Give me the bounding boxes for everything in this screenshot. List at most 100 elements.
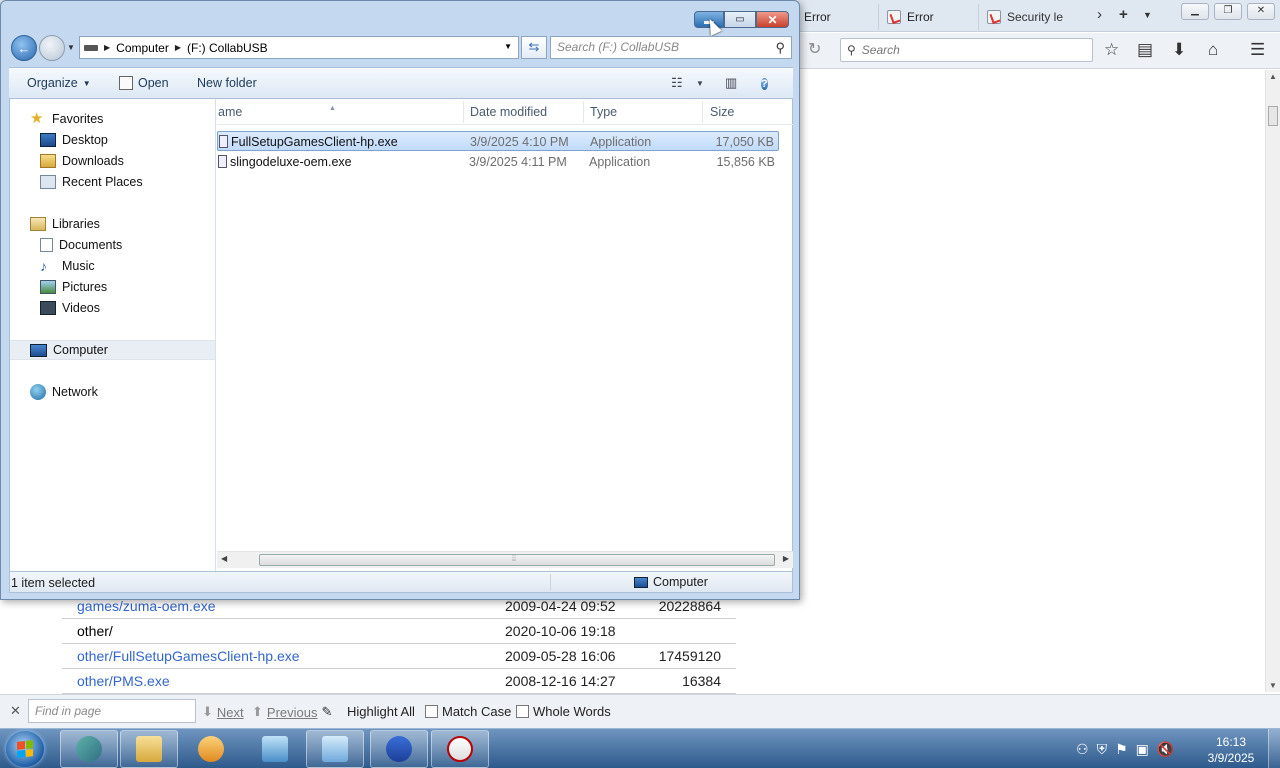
chevron-down-icon: ▼ xyxy=(82,78,91,88)
search-input[interactable]: Search (F:) CollabUSB ⚲ xyxy=(550,36,792,59)
nav-videos[interactable]: Videos xyxy=(40,298,100,318)
executable-icon xyxy=(219,135,228,148)
page-scrollbar[interactable]: ▲ ▼ xyxy=(1265,70,1280,692)
nav-pictures[interactable]: Pictures xyxy=(40,277,107,297)
nav-recent-places[interactable]: Recent Places xyxy=(40,172,143,192)
taskbar-explorer[interactable] xyxy=(120,730,178,768)
browser-tab-security[interactable]: Security le xyxy=(978,4,1098,30)
scroll-down-icon[interactable]: ▼ xyxy=(1269,681,1277,690)
nav-label: Documents xyxy=(59,238,123,252)
chevron-down-icon[interactable]: ▼ xyxy=(696,79,704,88)
menu-icon[interactable]: ☰ xyxy=(1250,40,1265,60)
nav-desktop[interactable]: Desktop xyxy=(40,130,108,150)
bookmark-star-icon[interactable]: ☆ xyxy=(1104,40,1119,60)
taskbar-media-player[interactable] xyxy=(182,730,240,768)
desktop-icon xyxy=(40,133,56,147)
recent-pages-dropdown-icon[interactable]: ▼ xyxy=(67,43,75,52)
find-input[interactable]: Find in page xyxy=(28,699,196,723)
address-box[interactable]: ▶ Computer ▶ (F:) CollabUSB ▼ xyxy=(79,36,519,59)
refresh-button[interactable]: ⇆ xyxy=(521,36,547,59)
taskbar-app-6[interactable] xyxy=(370,730,428,768)
nav-libraries[interactable]: Libraries xyxy=(30,214,100,234)
taskbar-app-5[interactable] xyxy=(306,730,364,768)
chevron-right-icon[interactable]: ▶ xyxy=(175,43,181,52)
close-icon[interactable]: ✕ xyxy=(10,703,21,719)
explorer-window: ▭ ✕ ← → ▼ ▶ Computer ▶ (F:) CollabUSB ▼ … xyxy=(0,0,800,600)
taskbar-app-1[interactable] xyxy=(60,730,118,768)
breadcrumb-drive[interactable]: (F:) CollabUSB xyxy=(187,41,268,55)
nav-downloads[interactable]: Downloads xyxy=(40,151,124,171)
browser-search-box[interactable]: ⚲ Search xyxy=(840,38,1093,62)
nav-documents[interactable]: Documents xyxy=(40,235,122,255)
breadcrumb-computer[interactable]: Computer xyxy=(116,41,169,55)
browser-close-button[interactable]: ✕ xyxy=(1247,3,1275,20)
volume-muted-icon[interactable]: 🔇 xyxy=(1157,741,1174,758)
organize-button[interactable]: Organize ▼ xyxy=(27,76,91,90)
chevron-right-icon[interactable]: ▶ xyxy=(104,43,110,52)
view-options-icon[interactable]: ☷ xyxy=(671,75,683,91)
scroll-thumb[interactable] xyxy=(259,554,775,566)
column-header-date[interactable]: Date modified xyxy=(470,105,547,119)
nav-favorites[interactable]: ★ Favorites xyxy=(30,109,103,129)
search-icon: ⚲ xyxy=(775,40,785,55)
nav-label: Recent Places xyxy=(62,175,143,189)
file-link[interactable]: other/PMS.exe xyxy=(77,673,170,689)
action-center-flag-icon[interactable]: ⚑ xyxy=(1115,741,1128,758)
file-link[interactable]: games/zuma-oem.exe xyxy=(77,598,216,614)
column-header-name[interactable]: ame xyxy=(218,105,242,119)
nav-network[interactable]: Network xyxy=(30,382,98,402)
show-desktop-button[interactable] xyxy=(1268,729,1280,768)
organize-label: Organize xyxy=(27,76,78,90)
open-button[interactable]: Open xyxy=(119,76,169,90)
file-row[interactable]: slingodeluxe-oem.exe 3/9/2025 4:11 PM Ap… xyxy=(217,152,779,172)
usb-icon[interactable]: ⚇ xyxy=(1076,741,1089,758)
scroll-up-icon[interactable]: ▲ xyxy=(1269,72,1277,81)
security-shield-icon[interactable]: ⛨ xyxy=(1097,741,1108,758)
close-button[interactable]: ✕ xyxy=(756,11,789,28)
home-icon[interactable]: ⌂ xyxy=(1208,40,1218,60)
match-case-checkbox[interactable]: Match Case xyxy=(425,704,511,719)
nav-label: Network xyxy=(52,385,98,399)
system-clock[interactable]: 16:13 3/9/2025 xyxy=(1200,734,1262,766)
find-previous-button[interactable]: ⬆ Previous ✎ xyxy=(252,704,332,720)
nav-music[interactable]: ♪ Music xyxy=(40,256,95,276)
taskbar-app-7[interactable] xyxy=(431,730,489,768)
forward-button[interactable]: → xyxy=(39,35,65,61)
column-header-type[interactable]: Type xyxy=(590,105,617,119)
start-button[interactable] xyxy=(6,731,44,767)
back-button[interactable]: ← xyxy=(11,35,37,61)
executable-icon xyxy=(218,155,227,168)
find-next-button[interactable]: ⬇ Next xyxy=(202,704,244,720)
browser-tab-error-1[interactable]: Error xyxy=(795,4,841,30)
file-row[interactable]: FullSetupGamesClient-hp.exe 3/9/2025 4:1… xyxy=(217,131,779,151)
checkbox-icon xyxy=(516,705,529,718)
nav-computer[interactable]: Computer xyxy=(10,340,215,360)
preview-pane-icon[interactable]: ▥ xyxy=(725,75,737,91)
scroll-left-icon[interactable]: ◀ xyxy=(221,554,227,563)
browser-minimize-button[interactable]: ▁ xyxy=(1181,3,1209,20)
column-header-size[interactable]: Size xyxy=(710,105,734,119)
recent-places-icon xyxy=(40,175,56,189)
whole-words-checkbox[interactable]: Whole Words xyxy=(516,704,611,719)
help-button[interactable]: ? xyxy=(761,75,768,92)
maximize-button[interactable]: ▭ xyxy=(724,11,756,28)
tab-scroll-right-icon[interactable]: › xyxy=(1097,6,1102,23)
reload-icon[interactable]: ↻ xyxy=(808,39,821,59)
network-status-icon[interactable]: ▣ xyxy=(1136,741,1149,758)
highlight-all-toggle[interactable]: Highlight All xyxy=(347,704,415,719)
new-tab-button[interactable]: + xyxy=(1119,6,1128,23)
horizontal-scrollbar[interactable]: ◀ ⦙⦙ ▶ xyxy=(217,551,793,568)
tab-list-dropdown-icon[interactable]: ▼ xyxy=(1143,10,1152,20)
file-size: 15,856 KB xyxy=(716,155,775,169)
scroll-right-icon[interactable]: ▶ xyxy=(783,554,789,563)
taskbar-app-4[interactable] xyxy=(246,730,304,768)
chevron-down-icon[interactable]: ▼ xyxy=(504,42,512,51)
scroll-thumb[interactable] xyxy=(1268,106,1278,126)
browser-maximize-button[interactable]: ❐ xyxy=(1214,3,1242,20)
file-link[interactable]: other/FullSetupGamesClient-hp.exe xyxy=(77,648,300,664)
reading-list-icon[interactable]: ▤ xyxy=(1137,40,1153,60)
open-label: Open xyxy=(138,76,169,90)
browser-tab-error-2[interactable]: Error xyxy=(878,4,944,30)
downloads-icon[interactable]: ⬇ xyxy=(1172,40,1186,60)
new-folder-button[interactable]: New folder xyxy=(197,76,257,90)
